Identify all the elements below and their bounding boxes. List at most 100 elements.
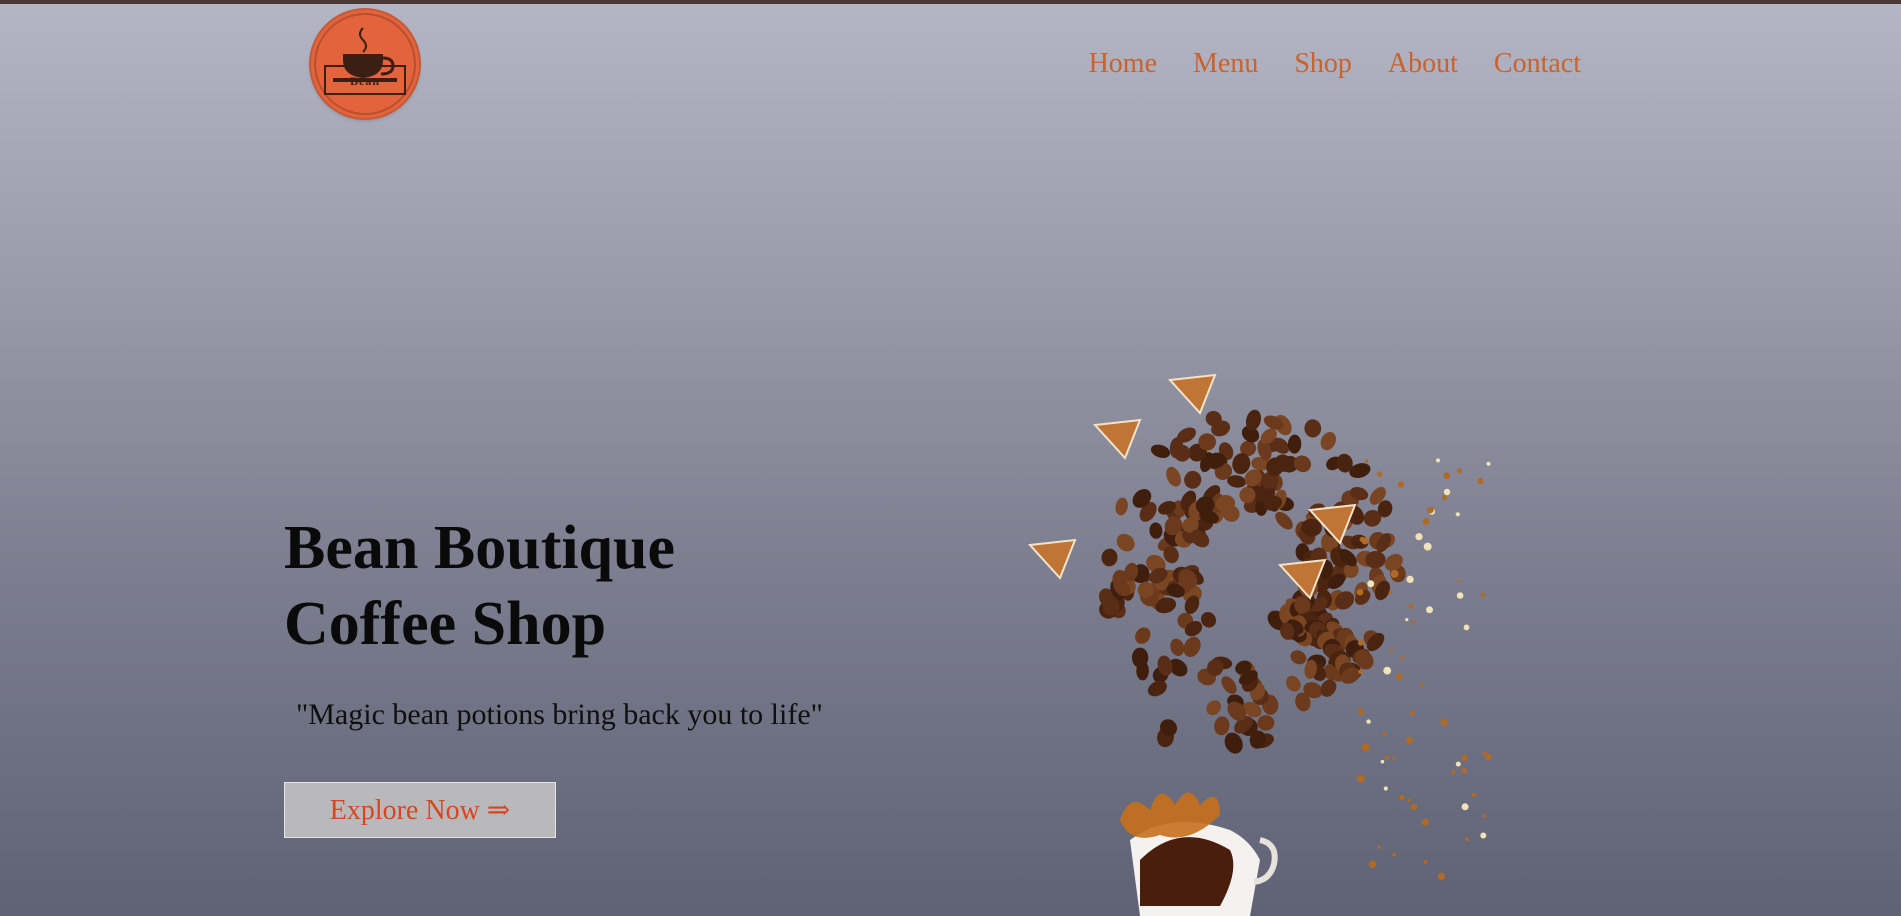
main-nav: Home Menu Shop About Contact xyxy=(1089,48,1581,80)
coffee-bean xyxy=(1285,675,1301,692)
coffee-crumb xyxy=(1383,786,1388,791)
nav-contact[interactable]: Contact xyxy=(1494,48,1581,80)
hero-title: Bean Boutique Coffee Shop xyxy=(284,510,884,662)
coffee-crumb xyxy=(1388,590,1393,595)
biscuit-shard xyxy=(1167,373,1217,415)
coffee-crumb xyxy=(1397,481,1405,488)
coffee-crumb xyxy=(1405,737,1413,745)
nav-shop[interactable]: Shop xyxy=(1294,48,1352,80)
coffee-crumb xyxy=(1384,755,1389,760)
coffee-bean xyxy=(1116,533,1135,552)
coffee-crumb xyxy=(1420,683,1425,687)
coffee-crumb xyxy=(1480,832,1487,839)
coffee-crumb xyxy=(1390,569,1399,578)
coffee-crumb xyxy=(1361,743,1370,752)
coffee-bean xyxy=(1166,466,1181,487)
explore-now-button[interactable]: Explore Now ⇒ xyxy=(284,782,556,838)
brand-logo[interactable]: Bean xyxy=(311,10,419,118)
top-border xyxy=(0,0,1901,4)
coffee-bean xyxy=(1257,715,1275,731)
coffee-crumb xyxy=(1441,495,1447,501)
logo-text: Bean xyxy=(349,74,380,88)
coffee-crumb xyxy=(1482,813,1487,818)
coffee-bean xyxy=(1150,444,1171,459)
coffee-bean xyxy=(1115,497,1128,516)
coffee-crumb xyxy=(1406,575,1414,583)
hero-title-line1: Bean Boutique xyxy=(284,514,676,582)
coffee-bean xyxy=(1184,470,1202,489)
coffee-crumb xyxy=(1359,536,1365,543)
coffee-crumb xyxy=(1357,639,1364,646)
coffee-crumb xyxy=(1451,769,1456,775)
coffee-crumb xyxy=(1383,666,1392,675)
coffee-crumb xyxy=(1455,761,1461,767)
coffee-crumb xyxy=(1461,754,1468,762)
hero-tagline: "Magic bean potions bring back you to li… xyxy=(296,698,823,731)
coffee-bean xyxy=(1101,548,1118,567)
coffee-crumb xyxy=(1480,592,1486,597)
coffee-crumb xyxy=(1356,588,1364,596)
coffee-crumb xyxy=(1392,756,1396,761)
coffee-crumb xyxy=(1410,803,1418,811)
coffee-bean xyxy=(1170,638,1185,656)
coffee-crumb xyxy=(1465,837,1469,842)
coffee-crumb xyxy=(1409,710,1415,716)
coffee-bean xyxy=(1275,511,1293,530)
coffee-beans-splash-image xyxy=(1020,370,1500,916)
coffee-crumb xyxy=(1440,718,1448,726)
hero-title-line2: Coffee Shop xyxy=(284,590,607,658)
nav-home[interactable]: Home xyxy=(1089,48,1157,80)
coffee-crumb xyxy=(1455,512,1460,517)
coffee-crumb xyxy=(1436,458,1440,463)
coffee-crumb xyxy=(1408,604,1414,609)
coffee-bean xyxy=(1206,700,1221,716)
coffee-crumb xyxy=(1461,768,1467,774)
coffee-crumb xyxy=(1456,468,1462,474)
coffee-bean xyxy=(1290,650,1307,665)
coffee-bean xyxy=(1149,522,1163,539)
coffee-crumb xyxy=(1461,803,1469,811)
coffee-beans-splash-illustration-icon xyxy=(1027,373,1492,916)
coffee-crumb xyxy=(1457,579,1461,583)
coffee-crumb xyxy=(1377,845,1381,849)
coffee-crumb xyxy=(1357,708,1364,715)
nav-menu[interactable]: Menu xyxy=(1193,48,1258,80)
coffee-crumb xyxy=(1426,606,1433,614)
coffee-bean xyxy=(1135,627,1151,644)
coffee-bean xyxy=(1136,661,1149,681)
coffee-crumb xyxy=(1368,860,1377,868)
coffee-crumb xyxy=(1411,620,1416,625)
coffee-crumb xyxy=(1400,656,1405,660)
coffee-crumb xyxy=(1437,872,1445,880)
coffee-crumb xyxy=(1395,673,1403,680)
coffee-crumb xyxy=(1427,506,1434,514)
coffee-crumb xyxy=(1382,732,1387,737)
coffee-crumb xyxy=(1358,669,1363,675)
coffee-bean xyxy=(1320,431,1336,451)
coffee-crumb xyxy=(1477,477,1484,485)
coffee-crumb xyxy=(1486,461,1491,466)
coffee-crumb xyxy=(1389,648,1393,652)
coffee-crumb xyxy=(1366,719,1371,724)
coffee-crumb xyxy=(1399,794,1405,801)
coffee-crumb xyxy=(1471,792,1477,798)
coffee-crumb xyxy=(1443,472,1450,479)
coffee-crumb xyxy=(1407,798,1411,802)
coffee-bean xyxy=(1214,716,1230,736)
coffee-crumb xyxy=(1485,753,1492,761)
coffee-crumb xyxy=(1463,624,1470,631)
nav-about[interactable]: About xyxy=(1388,48,1458,80)
coffee-crumb xyxy=(1380,759,1385,764)
biscuit-shard xyxy=(1092,418,1142,460)
coffee-crumb xyxy=(1443,488,1451,496)
coffee-crumb xyxy=(1423,542,1432,551)
coffee-crumb xyxy=(1415,533,1423,541)
coffee-crumb xyxy=(1421,818,1429,826)
coffee-bean xyxy=(1304,419,1322,438)
coffee-crumb xyxy=(1423,860,1428,864)
coffee-bean xyxy=(1221,676,1237,694)
coffee-crumb xyxy=(1364,459,1369,463)
coffee-crumb xyxy=(1357,774,1365,783)
coffee-crumb xyxy=(1367,580,1375,588)
biscuit-shard xyxy=(1027,538,1077,580)
